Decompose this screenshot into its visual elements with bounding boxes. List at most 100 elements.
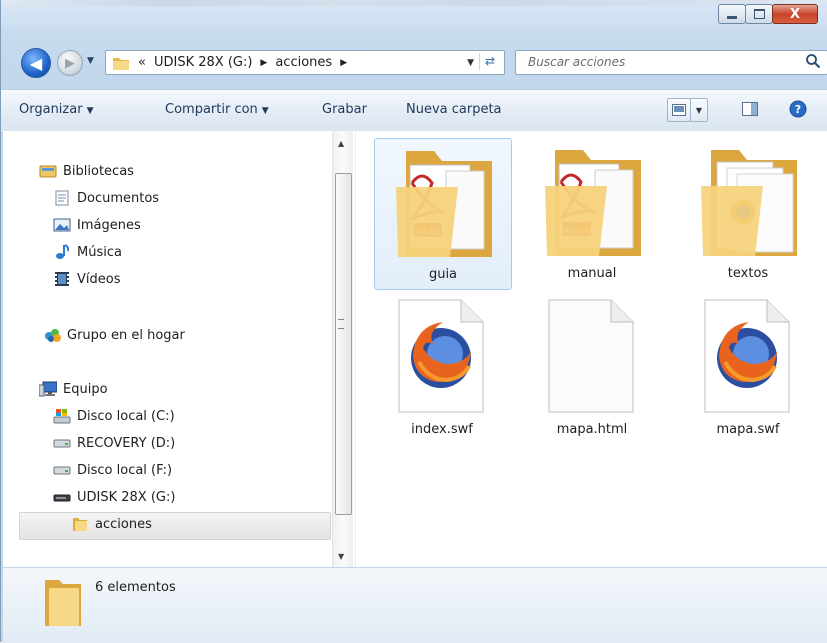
- file-item-manual[interactable]: Adobe manual: [524, 138, 660, 288]
- refresh-icon: ⇄: [484, 54, 496, 68]
- tree-homegroup-label: Grupo en el hogar: [67, 327, 185, 343]
- documents-icon: [53, 190, 71, 206]
- refresh-button[interactable]: ⇄: [479, 53, 500, 70]
- change-view-button[interactable]: [667, 98, 691, 122]
- pictures-icon: [53, 217, 71, 233]
- tree-libraries[interactable]: Bibliotecas: [39, 163, 134, 179]
- preview-pane-icon: [742, 102, 758, 116]
- scroll-up-arrow[interactable]: ▲: [338, 139, 344, 148]
- item-count: 6 elementos: [95, 580, 176, 595]
- preview-pane-button[interactable]: [739, 98, 761, 120]
- tree-computer-label: Equipo: [63, 381, 108, 397]
- maximize-button[interactable]: [745, 4, 773, 24]
- file-item-guia-label: guia: [428, 267, 458, 282]
- address-dropdown-button[interactable]: ▼: [467, 58, 474, 68]
- explorer-window: X ◀ ▶ ▼ « UDISK 28X (G:) ▶ acciones ▶ ▼ …: [0, 0, 827, 643]
- maximize-icon: [753, 9, 765, 19]
- folder-icon: [113, 57, 129, 70]
- tree-pictures-label: Imágenes: [77, 217, 141, 233]
- tree-homegroup[interactable]: Grupo en el hogar: [43, 327, 185, 343]
- view-options-dropdown[interactable]: ▼: [690, 98, 708, 122]
- burn-button[interactable]: Grabar: [322, 102, 367, 117]
- scrollbar-thumb[interactable]: [335, 173, 352, 515]
- file-item-textos[interactable]: textos: [680, 138, 816, 288]
- tree-videos-label: Vídeos: [77, 271, 121, 287]
- scrollbar-grip-icon: [338, 319, 344, 329]
- share-label: Compartir con: [165, 102, 258, 117]
- tree-drive-f[interactable]: Disco local (F:): [53, 462, 172, 478]
- file-item-manual-label: manual: [567, 266, 617, 281]
- breadcrumb-acciones[interactable]: acciones: [275, 55, 332, 70]
- tree-libraries-label: Bibliotecas: [63, 163, 134, 179]
- search-placeholder: Buscar acciones: [528, 55, 626, 69]
- tree-drive-d[interactable]: RECOVERY (D:): [53, 435, 175, 451]
- tree-drive-g-label: UDISK 28X (G:): [77, 489, 176, 505]
- chevron-down-icon: ▼: [86, 106, 94, 116]
- minimize-button[interactable]: [718, 4, 746, 24]
- breadcrumb-overflow[interactable]: «: [138, 55, 146, 70]
- tree-documents-label: Documentos: [77, 190, 160, 206]
- tree-folder-acciones-label: acciones: [95, 516, 152, 532]
- minimize-icon: [727, 15, 737, 19]
- window-controls: X: [718, 4, 818, 24]
- pdf-folder-icon: Adobe: [396, 151, 492, 257]
- tree-drive-c-label: Disco local (C:): [77, 408, 175, 424]
- address-bar[interactable]: « UDISK 28X (G:) ▶ acciones ▶ ▼ ⇄: [105, 50, 505, 75]
- organize-menu[interactable]: Organizar ▼: [19, 102, 93, 117]
- firefox-file-icon: [704, 299, 790, 413]
- breadcrumb-udisk[interactable]: UDISK 28X (G:): [154, 55, 252, 70]
- tree-computer[interactable]: Equipo: [39, 381, 108, 397]
- tree-folder-acciones[interactable]: acciones: [71, 516, 152, 532]
- file-item-mapa-html[interactable]: mapa.html: [524, 294, 660, 444]
- file-item-mapa-swf-label: mapa.swf: [716, 422, 780, 437]
- tree-documents[interactable]: Documentos: [53, 190, 159, 206]
- share-menu[interactable]: Compartir con ▼: [165, 102, 269, 117]
- tree-music[interactable]: Música: [53, 244, 122, 260]
- chevron-right-icon[interactable]: ▶: [260, 58, 267, 68]
- breadcrumb: « UDISK 28X (G:) ▶ acciones ▶: [138, 55, 355, 70]
- scroll-down-arrow[interactable]: ▼: [338, 552, 344, 561]
- tree-pictures[interactable]: Imágenes: [53, 217, 141, 233]
- details-pane: 6 elementos: [3, 567, 827, 643]
- firefox-file-icon: [398, 299, 484, 413]
- new-folder-button[interactable]: Nueva carpeta: [406, 102, 502, 117]
- homegroup-icon: [43, 327, 61, 343]
- file-item-guia[interactable]: Adobe guia: [374, 138, 512, 290]
- tree-drive-c[interactable]: Disco local (C:): [53, 408, 175, 424]
- file-item-mapa-swf[interactable]: mapa.swf: [680, 294, 816, 444]
- help-button[interactable]: ?: [787, 98, 809, 120]
- chevron-down-icon: ▼: [261, 106, 269, 116]
- navigation-bar: ◀ ▶ ▼ « UDISK 28X (G:) ▶ acciones ▶ ▼ ⇄ …: [1, 42, 827, 82]
- tree-music-label: Música: [77, 244, 122, 260]
- view-icon: [672, 104, 686, 116]
- music-icon: [53, 244, 71, 260]
- tree-videos[interactable]: Vídeos: [53, 271, 120, 287]
- file-item-textos-label: textos: [727, 266, 769, 281]
- arrow-right-icon: ▶: [65, 55, 75, 71]
- computer-icon: [39, 381, 57, 397]
- tree-selected-highlight: [19, 512, 331, 540]
- pdf-folder-icon: Adobe: [545, 150, 641, 256]
- tree-drive-f-label: Disco local (F:): [77, 462, 173, 478]
- drive-icon: [53, 435, 71, 451]
- recent-pages-dropdown[interactable]: ▼: [87, 56, 94, 66]
- file-item-index-swf[interactable]: index.swf: [374, 294, 510, 444]
- folder-icon: [71, 516, 89, 532]
- forward-button[interactable]: ▶: [57, 50, 83, 76]
- burn-label: Grabar: [322, 102, 367, 117]
- folder-icon: [45, 580, 81, 626]
- search-icon[interactable]: [805, 53, 821, 69]
- file-item-mapa-html-label: mapa.html: [556, 422, 628, 437]
- chevron-right-icon[interactable]: ▶: [340, 58, 347, 68]
- nav-pane-scrollbar[interactable]: ▲ ▼: [332, 131, 353, 567]
- usb-drive-icon: [53, 489, 71, 505]
- documents-folder-icon: [701, 150, 797, 256]
- back-button[interactable]: ◀: [21, 48, 51, 78]
- tree-drive-g[interactable]: UDISK 28X (G:): [53, 489, 175, 505]
- close-button[interactable]: X: [772, 4, 818, 24]
- search-box[interactable]: Buscar acciones: [515, 50, 827, 75]
- new-folder-label: Nueva carpeta: [406, 102, 502, 117]
- command-bar: Organizar ▼ Compartir con ▼ Grabar Nueva c…: [1, 89, 827, 133]
- chevron-down-icon: ▼: [695, 105, 703, 115]
- close-icon: X: [789, 6, 801, 22]
